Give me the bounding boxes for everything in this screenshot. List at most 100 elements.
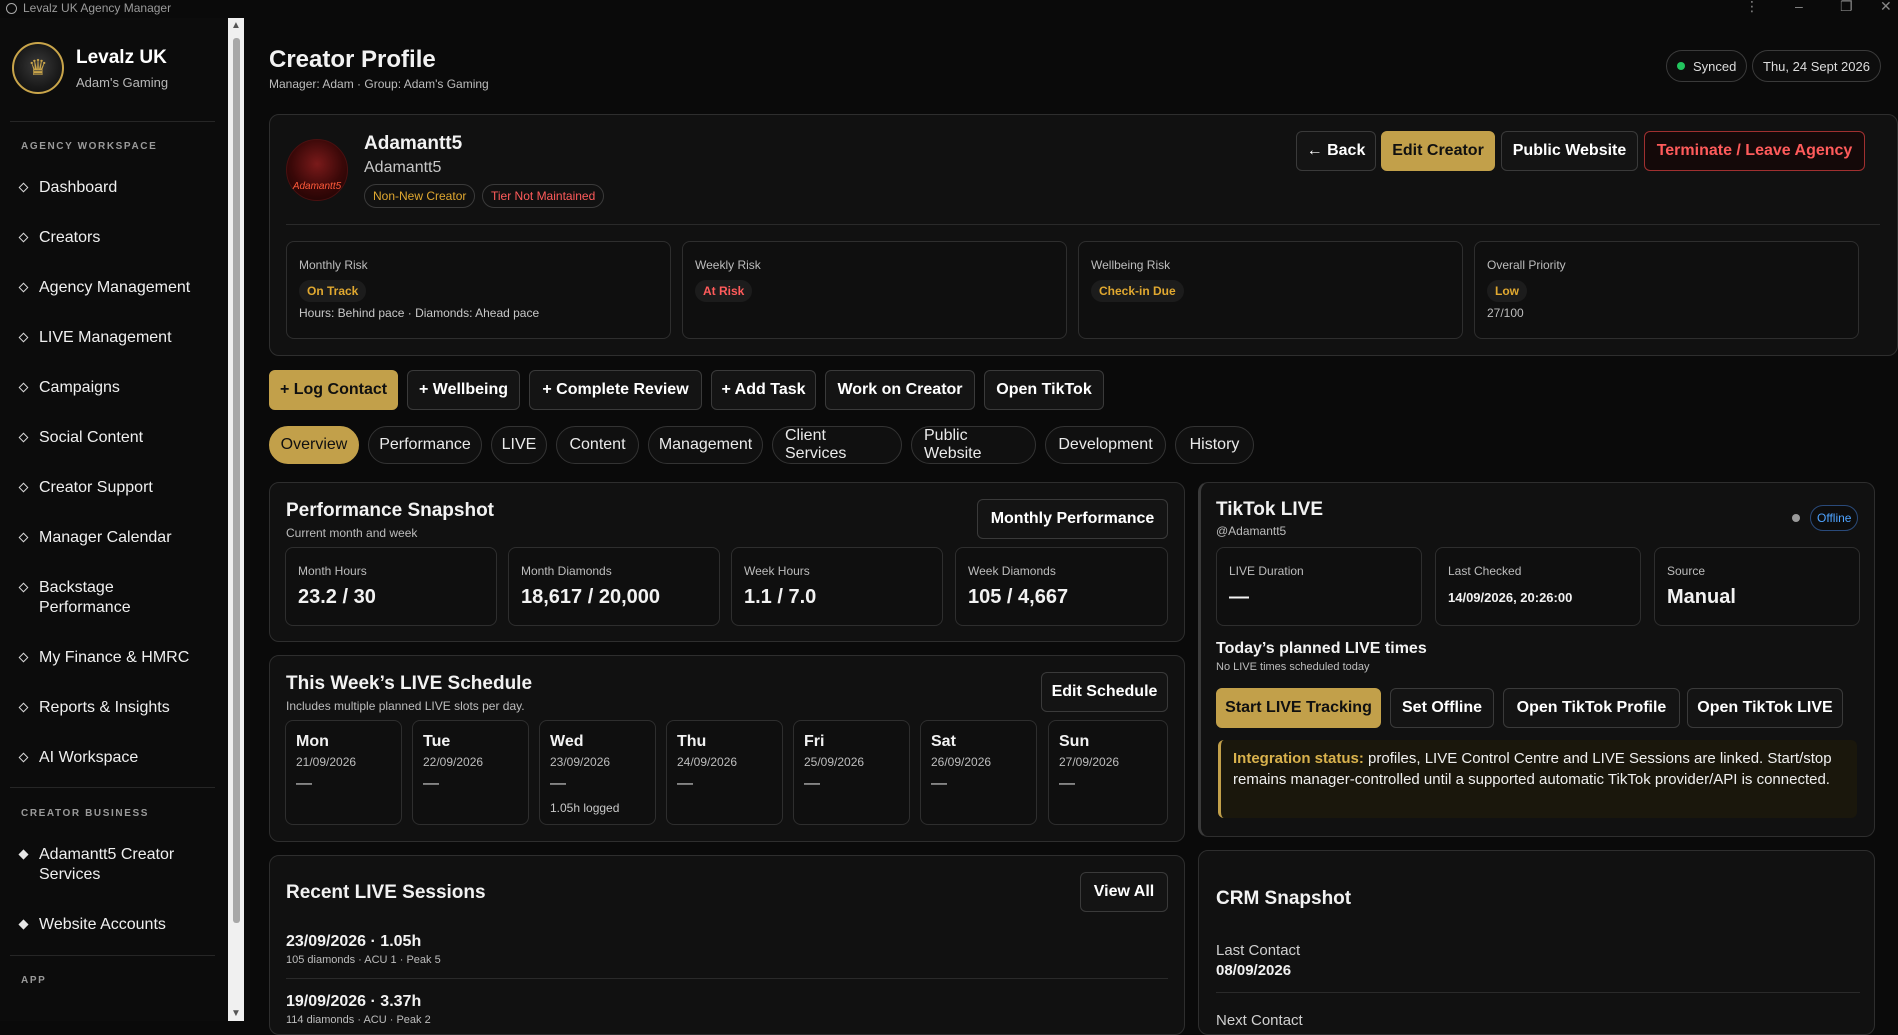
set-offline-button[interactable]: Set Offline bbox=[1390, 688, 1494, 728]
add-task-button[interactable]: + Add Task bbox=[711, 370, 816, 410]
status-badge: At Risk bbox=[695, 280, 753, 302]
minimize-icon[interactable]: – bbox=[1795, 0, 1803, 14]
window-titlebar: Levalz UK Agency Manager ⋮ – ❐ ✕ bbox=[0, 0, 1898, 18]
sidebar-section-app: APP bbox=[21, 975, 47, 986]
open-tiktok-button[interactable]: Open TikTok bbox=[984, 370, 1104, 410]
window-title: Levalz UK Agency Manager bbox=[23, 1, 172, 15]
sidebar-item-creator-support[interactable]: Creator Support bbox=[18, 478, 215, 498]
tab-overview[interactable]: Overview bbox=[269, 426, 359, 464]
sidebar-section-business: CREATOR BUSINESS bbox=[21, 808, 150, 819]
risk-card-priority: Overall Priority Low 27/100 bbox=[1474, 241, 1859, 339]
close-icon[interactable]: ✕ bbox=[1880, 0, 1892, 15]
edit-schedule-button[interactable]: Edit Schedule bbox=[1041, 672, 1168, 712]
tab-history[interactable]: History bbox=[1175, 426, 1254, 464]
card-divider bbox=[286, 224, 1880, 225]
last-contact-value: 08/09/2026 bbox=[1216, 962, 1292, 979]
schedule-day-wed[interactable]: Wed 23/09/2026—1.05h logged bbox=[539, 720, 656, 825]
session-divider bbox=[286, 978, 1168, 979]
risk-card-wellbeing: Wellbeing Risk Check-in Due bbox=[1078, 241, 1463, 339]
diamond-icon bbox=[18, 702, 29, 713]
back-button[interactable]: ← Back bbox=[1296, 131, 1376, 171]
diamond-icon bbox=[18, 232, 29, 243]
complete-review-button[interactable]: + Complete Review bbox=[529, 370, 702, 410]
live-status-badge: Offline bbox=[1810, 505, 1859, 531]
tag-non-new-creator: Non-New Creator bbox=[364, 184, 476, 208]
sidebar-item-backstage-performance[interactable]: Backstage Performance bbox=[18, 578, 150, 618]
session-title[interactable]: 19/09/2026 · 3.37h bbox=[286, 993, 421, 1011]
stat-month-diamonds: Month Diamonds 18,617 / 20,000 bbox=[508, 547, 720, 626]
terminate-button[interactable]: Terminate / Leave Agency bbox=[1644, 131, 1865, 171]
sidebar-item-reports-insights[interactable]: Reports & Insights bbox=[18, 698, 215, 718]
session-title[interactable]: 23/09/2026 · 1.05h bbox=[286, 933, 421, 951]
scroll-down-icon[interactable]: ▼ bbox=[229, 1008, 243, 1019]
brand-subtitle: Adam's Gaming bbox=[76, 74, 169, 90]
open-tiktok-profile-button[interactable]: Open TikTok Profile bbox=[1503, 688, 1680, 728]
diamond-icon bbox=[18, 182, 29, 193]
sidebar-divider bbox=[10, 121, 215, 122]
sidebar: ♛ Levalz UK Adam's Gaming AGENCY WORKSPA… bbox=[0, 18, 228, 1021]
sidebar-item-ai-workspace[interactable]: AI Workspace bbox=[18, 748, 215, 768]
sidebar-scrollbar-thumb[interactable] bbox=[233, 38, 240, 923]
tab-live[interactable]: LIVE bbox=[491, 426, 547, 464]
sidebar-item-manager-calendar[interactable]: Manager Calendar bbox=[18, 528, 215, 548]
maximize-icon[interactable]: ❐ bbox=[1840, 0, 1853, 15]
sidebar-item-website-accounts[interactable]: Website Accounts bbox=[18, 915, 215, 935]
sidebar-divider bbox=[10, 787, 215, 788]
risk-card-weekly: Weekly Risk At Risk bbox=[682, 241, 1067, 339]
more-options-icon[interactable]: ⋮ bbox=[1745, 0, 1759, 15]
sidebar-item-finance-hmrc[interactable]: My Finance & HMRC bbox=[18, 648, 215, 668]
recent-sessions-title: Recent LIVE Sessions bbox=[286, 882, 486, 903]
monthly-performance-button[interactable]: Monthly Performance bbox=[977, 499, 1168, 539]
brand-logo-icon: ♛ bbox=[12, 42, 64, 94]
sidebar-item-campaigns[interactable]: Campaigns bbox=[18, 378, 215, 398]
log-contact-button[interactable]: + Log Contact bbox=[269, 370, 398, 410]
sidebar-item-agency-management[interactable]: Agency Management bbox=[18, 278, 215, 298]
diamond-icon bbox=[18, 332, 29, 343]
schedule-day-fri[interactable]: Fri 25/09/2026— bbox=[793, 720, 910, 825]
integration-status-notice: Integration status: profiles, LIVE Contr… bbox=[1218, 740, 1857, 818]
schedule-day-sun[interactable]: Sun 27/09/2026— bbox=[1048, 720, 1168, 825]
open-tiktok-live-button[interactable]: Open TikTok LIVE bbox=[1687, 688, 1843, 728]
sidebar-item-creator-services[interactable]: Adamantt5 Creator Services bbox=[18, 845, 200, 885]
brand[interactable]: ♛ Levalz UK Adam's Gaming bbox=[12, 42, 168, 94]
view-all-button[interactable]: View All bbox=[1080, 872, 1168, 912]
sync-status-badge: Synced bbox=[1666, 50, 1748, 82]
sidebar-section-workspace: AGENCY WORKSPACE bbox=[21, 141, 158, 152]
creator-avatar: Adamantt5 bbox=[286, 139, 348, 201]
tab-content[interactable]: Content bbox=[556, 426, 639, 464]
schedule-day-thu[interactable]: Thu 24/09/2026— bbox=[666, 720, 783, 825]
app-icon bbox=[6, 2, 17, 14]
diamond-icon bbox=[18, 382, 29, 393]
diamond-icon bbox=[18, 482, 29, 493]
offline-dot-icon bbox=[1792, 514, 1800, 522]
performance-subtitle: Current month and week bbox=[286, 526, 418, 540]
public-website-button[interactable]: Public Website bbox=[1501, 131, 1638, 171]
schedule-day-tue[interactable]: Tue 22/09/2026— bbox=[412, 720, 529, 825]
stat-week-diamonds: Week Diamonds 105 / 4,667 bbox=[955, 547, 1168, 626]
tab-performance[interactable]: Performance bbox=[368, 426, 482, 464]
add-wellbeing-button[interactable]: + Wellbeing bbox=[407, 370, 520, 410]
diamond-icon bbox=[18, 849, 29, 860]
creator-handle: Adamantt5 bbox=[364, 159, 442, 176]
planned-live-subtitle: No LIVE times scheduled today bbox=[1216, 661, 1370, 673]
tab-management[interactable]: Management bbox=[648, 426, 763, 464]
start-live-tracking-button[interactable]: Start LIVE Tracking bbox=[1216, 688, 1381, 728]
last-contact-label: Last Contact bbox=[1216, 942, 1301, 959]
sidebar-item-live-management[interactable]: LIVE Management bbox=[18, 328, 215, 348]
sidebar-item-social-content[interactable]: Social Content bbox=[18, 428, 215, 448]
page-subtitle: Manager: Adam · Group: Adam's Gaming bbox=[269, 77, 489, 91]
sidebar-item-dashboard[interactable]: Dashboard bbox=[18, 178, 215, 198]
sidebar-divider bbox=[10, 955, 215, 956]
schedule-day-sat[interactable]: Sat 26/09/2026— bbox=[920, 720, 1037, 825]
tab-client-services[interactable]: Client Services bbox=[772, 426, 902, 464]
diamond-icon bbox=[18, 752, 29, 763]
schedule-day-mon[interactable]: Mon 21/09/2026— bbox=[285, 720, 402, 825]
tab-development[interactable]: Development bbox=[1045, 426, 1166, 464]
sidebar-item-creators[interactable]: Creators bbox=[18, 228, 215, 248]
work-on-creator-button[interactable]: Work on Creator bbox=[825, 370, 975, 410]
tab-public-website[interactable]: Public Website bbox=[911, 426, 1036, 464]
crm-title: CRM Snapshot bbox=[1216, 888, 1352, 909]
edit-creator-button[interactable]: Edit Creator bbox=[1381, 131, 1495, 171]
schedule-subtitle: Includes multiple planned LIVE slots per… bbox=[286, 699, 525, 713]
scroll-up-icon[interactable]: ▲ bbox=[229, 20, 243, 31]
